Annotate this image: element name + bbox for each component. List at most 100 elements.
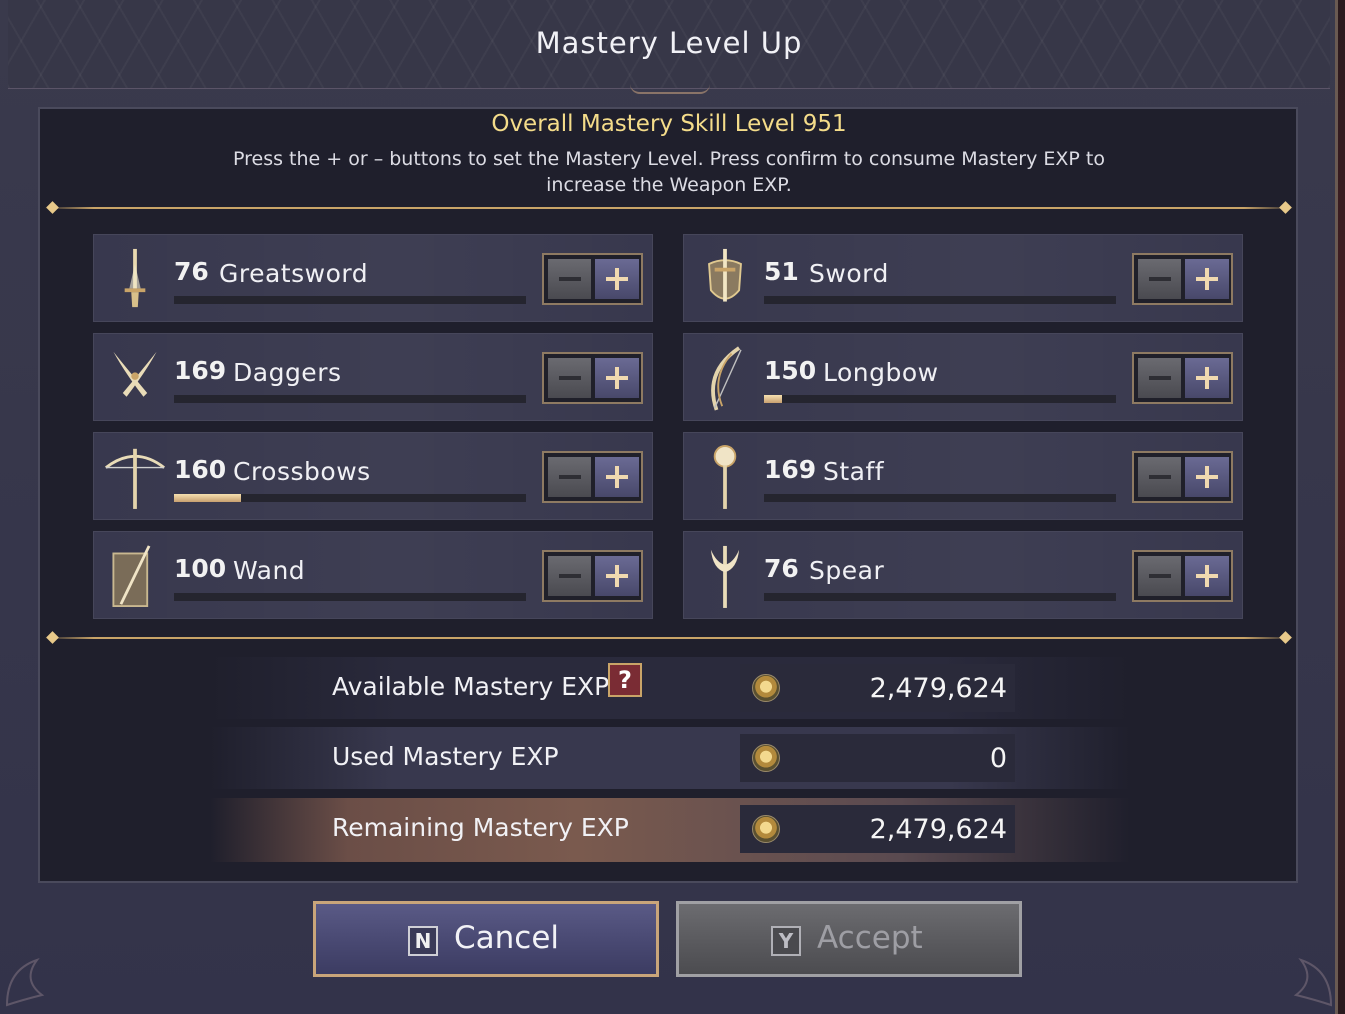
weapon-name: Daggers: [233, 358, 342, 387]
greatsword-icon: [124, 248, 146, 308]
available-exp-value: 2,479,624: [869, 673, 1007, 704]
weapon-card-longbow: 150 Longbow: [683, 333, 1243, 421]
cancel-button-label: Cancel: [454, 920, 560, 956]
level-stepper: [542, 352, 643, 404]
instructions-line-1: Press the + or – buttons to set the Mast…: [233, 148, 1105, 170]
window-edge: [1338, 0, 1345, 1014]
mastery-coin-icon: [752, 815, 780, 843]
used-exp-row: Used Mastery EXP 0: [210, 727, 1130, 789]
weapon-level: 100: [174, 554, 227, 583]
weapon-exp-bar: [764, 395, 1116, 403]
level-stepper: [542, 550, 643, 602]
weapon-name: Staff: [823, 457, 885, 486]
cancel-button[interactable]: N Cancel: [313, 901, 659, 977]
weapon-exp-bar: [764, 296, 1116, 304]
level-stepper: [1132, 550, 1233, 602]
weapon-exp-bar: [764, 593, 1116, 601]
increase-button[interactable]: [595, 358, 639, 398]
weapon-card-greatsword: 76 Greatsword: [93, 234, 653, 322]
corner-ornament-right: [1293, 958, 1333, 1007]
level-stepper: [542, 253, 643, 305]
instructions-text: Press the + or – buttons to set the Mast…: [210, 146, 1128, 198]
accept-button[interactable]: Y Accept: [676, 901, 1022, 977]
daggers-icon: [113, 351, 157, 397]
remaining-exp-row: Remaining Mastery EXP 2,479,624: [210, 798, 1130, 862]
weapon-name: Greatsword: [219, 259, 369, 288]
increase-button[interactable]: [1185, 259, 1229, 299]
corner-ornament-left: [5, 958, 45, 1007]
longbow-icon: [711, 346, 742, 411]
decrease-button[interactable]: [1138, 358, 1181, 398]
sword-shield-icon: [708, 248, 742, 302]
increase-button[interactable]: [595, 457, 639, 497]
weapon-exp-bar: [174, 494, 526, 502]
weapon-level: 169: [174, 356, 227, 385]
level-stepper: [1132, 352, 1233, 404]
staff-icon: [713, 445, 737, 509]
remaining-exp-value-box: 2,479,624: [740, 805, 1015, 853]
increase-button[interactable]: [1185, 556, 1229, 596]
weapon-name: Wand: [233, 556, 306, 585]
weapon-exp-bar: [174, 296, 526, 304]
accept-button-label: Accept: [817, 920, 923, 956]
overall-mastery-level: Overall Mastery Skill Level 951: [491, 111, 847, 137]
weapon-level: 150: [764, 356, 817, 385]
decrease-button[interactable]: [1138, 457, 1181, 497]
used-exp-value: 0: [989, 743, 1007, 774]
used-exp-value-box: 0: [740, 734, 1015, 782]
weapon-level: 76: [764, 554, 799, 583]
weapon-exp-bar-fill: [764, 395, 782, 403]
crossbow-icon: [105, 448, 165, 509]
mastery-coin-icon: [752, 744, 780, 772]
weapon-exp-bar: [174, 593, 526, 601]
cancel-hotkey: N: [408, 926, 438, 956]
available-exp-label: Available Mastery EXP: [332, 672, 610, 701]
weapon-exp-bar-fill: [174, 494, 241, 502]
used-exp-label: Used Mastery EXP: [332, 742, 559, 771]
title-ornament: [630, 84, 710, 94]
level-stepper: [1132, 253, 1233, 305]
increase-button[interactable]: [595, 259, 639, 299]
weapon-card-crossbows: 160 Crossbows: [93, 432, 653, 520]
spear-icon: [710, 545, 740, 608]
weapon-card-daggers: 169 Daggers: [93, 333, 653, 421]
decrease-button[interactable]: [548, 259, 591, 299]
increase-button[interactable]: [1185, 358, 1229, 398]
weapon-card-staff: 169 Staff: [683, 432, 1243, 520]
mastery-coin-icon: [752, 674, 780, 702]
weapon-name: Longbow: [823, 358, 939, 387]
available-exp-value-box: 2,479,624: [740, 664, 1015, 712]
decrease-button[interactable]: [1138, 556, 1181, 596]
decrease-button[interactable]: [1138, 259, 1181, 299]
weapon-card-wand: 100 Wand: [93, 531, 653, 619]
instructions-line-2: increase the Weapon EXP.: [546, 174, 792, 196]
divider-top: [44, 207, 1294, 209]
accept-hotkey: Y: [771, 926, 801, 956]
decrease-button[interactable]: [548, 556, 591, 596]
weapon-card-sword: 51 Sword: [683, 234, 1243, 322]
divider-bottom: [44, 637, 1294, 639]
decrease-button[interactable]: [548, 457, 591, 497]
weapon-exp-bar: [174, 395, 526, 403]
remaining-exp-label: Remaining Mastery EXP: [332, 813, 629, 842]
dialog-title: Mastery Level Up: [535, 26, 803, 60]
weapon-card-spear: 76 Spear: [683, 531, 1243, 619]
increase-button[interactable]: [595, 556, 639, 596]
level-stepper: [1132, 451, 1233, 503]
weapon-name: Crossbows: [233, 457, 371, 486]
weapon-level: 51: [764, 257, 799, 286]
remaining-exp-value: 2,479,624: [869, 814, 1007, 845]
available-exp-row: Available Mastery EXP ? 2,479,624: [210, 657, 1130, 719]
help-button[interactable]: ?: [608, 663, 642, 697]
weapon-exp-bar: [764, 494, 1116, 502]
weapon-level: 160: [174, 455, 227, 484]
increase-button[interactable]: [1185, 457, 1229, 497]
weapon-name: Sword: [809, 259, 889, 288]
mastery-dialog: Mastery Level Up Overall Mastery Skill L…: [0, 0, 1338, 1014]
wand-icon: [112, 545, 151, 607]
weapon-level: 169: [764, 455, 817, 484]
decrease-button[interactable]: [548, 358, 591, 398]
weapon-level: 76: [174, 257, 209, 286]
weapon-name: Spear: [809, 556, 885, 585]
level-stepper: [542, 451, 643, 503]
